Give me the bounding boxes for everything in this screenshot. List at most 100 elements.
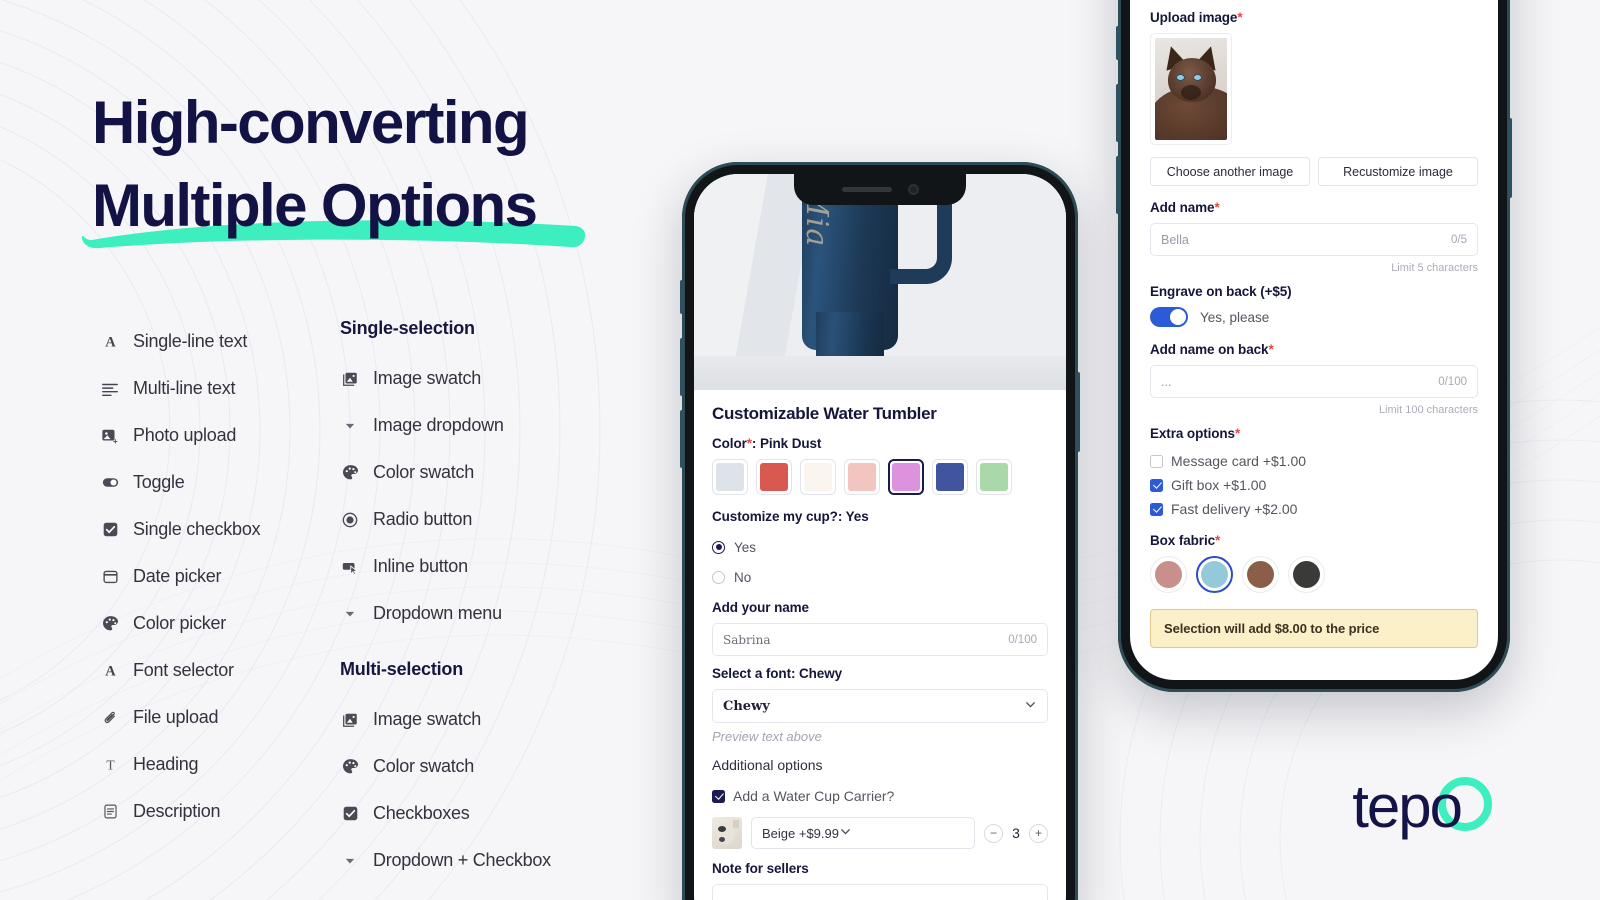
add-name-input[interactable]: Bella 0/5 bbox=[1150, 223, 1478, 256]
price-notice-banner: Selection will add $8.00 to the price bbox=[1150, 609, 1478, 648]
upload-image-label-text: Upload image bbox=[1150, 10, 1238, 25]
color-swatch-blush[interactable] bbox=[844, 459, 880, 495]
extra-option-fast-delivery[interactable]: Fast delivery +$2.00 bbox=[1150, 497, 1478, 521]
chevron-down-icon bbox=[340, 604, 360, 624]
radio-option-yes[interactable]: Yes bbox=[712, 532, 1048, 562]
fabric-swatch-dusty-rose[interactable] bbox=[1150, 556, 1187, 593]
radio-label-yes: Yes bbox=[734, 539, 757, 555]
phone-volume-up-button[interactable] bbox=[680, 338, 684, 396]
palette-icon bbox=[100, 614, 120, 634]
radio-icon-yes[interactable] bbox=[712, 540, 725, 554]
checkbox-icon-gift-box[interactable] bbox=[1150, 478, 1163, 492]
chevron-down-icon bbox=[340, 416, 360, 436]
phone-volume-up-button[interactable] bbox=[1116, 84, 1120, 142]
radio-icon-no[interactable] bbox=[712, 570, 725, 584]
phone-volume-down-button[interactable] bbox=[680, 410, 684, 468]
box-fabric-label: Box fabric* bbox=[1150, 533, 1478, 548]
feature-date-picker: Date picker bbox=[100, 553, 350, 600]
carrier-checkbox-row[interactable]: Add a Water Cup Carrier? bbox=[712, 784, 1048, 808]
choose-another-image-button[interactable]: Choose another image bbox=[1150, 157, 1310, 186]
feature-label: Color swatch bbox=[373, 756, 475, 776]
color-swatch-mint-green[interactable] bbox=[976, 459, 1012, 495]
checkbox-icon-carrier[interactable] bbox=[712, 789, 725, 803]
headline-line-2: Multiple Options bbox=[92, 171, 538, 239]
brand-logo: tepo bbox=[1352, 773, 1496, 840]
feature-image-swatch-multi: Image swatch bbox=[340, 696, 590, 743]
color-selected-value: : Pink Dust bbox=[751, 436, 822, 451]
recustomize-image-button[interactable]: Recustomize image bbox=[1318, 157, 1478, 186]
radio-icon bbox=[340, 510, 360, 530]
character-counter: 0/100 bbox=[1438, 375, 1467, 388]
color-swatch-cream[interactable] bbox=[800, 459, 836, 495]
font-field-label: Select a font: Chewy bbox=[712, 666, 843, 681]
fabric-swatch-sky-blue[interactable] bbox=[1196, 556, 1233, 593]
product-hero-image: Mia bbox=[694, 174, 1066, 390]
customization-form: Upload image * Choose another image Recus… bbox=[1130, 0, 1498, 648]
color-swatch-coral-red[interactable] bbox=[756, 459, 792, 495]
quantity-increment-button[interactable]: + bbox=[1029, 823, 1048, 843]
color-swatch-ice-gray[interactable] bbox=[712, 459, 748, 495]
toggle-icon bbox=[100, 473, 120, 493]
phone-mockup-center: Mia Customizable Water Tumbler Color*: P… bbox=[680, 162, 1080, 900]
feature-label: Heading bbox=[133, 754, 199, 774]
feature-label: Photo upload bbox=[133, 425, 237, 445]
feature-checkboxes: Checkboxes bbox=[340, 790, 590, 837]
description-icon bbox=[100, 802, 120, 822]
note-for-sellers-label: Note for sellers bbox=[712, 861, 809, 876]
logo-wordmark: tepo bbox=[1352, 772, 1463, 840]
phone-power-button[interactable] bbox=[1076, 372, 1080, 452]
fabric-swatch-chestnut[interactable] bbox=[1242, 556, 1279, 593]
color-swatch-group bbox=[712, 459, 1048, 495]
add-your-name-input[interactable]: Sabrina 0/100 bbox=[712, 623, 1048, 656]
uploaded-image-preview[interactable] bbox=[1150, 33, 1232, 145]
engrave-toggle[interactable] bbox=[1150, 307, 1188, 327]
single-selection-title: Single-selection bbox=[340, 318, 475, 338]
image-icon bbox=[340, 369, 360, 389]
checkbox-icon-message-card[interactable] bbox=[1150, 454, 1163, 468]
carrier-variant-select[interactable]: Beige +$9.99 bbox=[751, 817, 975, 849]
feature-color-swatch-multi: Color swatch bbox=[340, 743, 590, 790]
required-mark: * bbox=[1234, 426, 1241, 441]
poster-canvas: High-converting Multiple Options A Singl… bbox=[0, 0, 1600, 900]
image-icon bbox=[340, 710, 360, 730]
photo-upload-icon: + bbox=[100, 426, 120, 446]
phone-mute-button[interactable] bbox=[680, 280, 684, 314]
input-placeholder: Sabrina bbox=[723, 632, 771, 647]
siamese-cat-photo bbox=[1155, 38, 1227, 140]
product-options-form: Customizable Water Tumbler Color*: Pink … bbox=[694, 390, 1066, 900]
radio-label-no: No bbox=[734, 569, 752, 585]
color-swatch-pink-dust[interactable] bbox=[888, 459, 924, 495]
extra-options-label: Extra options* bbox=[1150, 426, 1478, 441]
extra-option-label: Gift box +$1.00 bbox=[1171, 477, 1267, 493]
color-label-text: Color bbox=[712, 436, 747, 451]
feature-multi-line-text: Multi-line text bbox=[100, 365, 350, 412]
note-for-sellers-textarea[interactable] bbox=[712, 884, 1048, 900]
checkbox-icon-fast-delivery[interactable] bbox=[1150, 502, 1163, 516]
checkbox-icon bbox=[340, 804, 360, 824]
add-name-label-text: Add name bbox=[1150, 200, 1215, 215]
feature-label: Single-line text bbox=[133, 331, 248, 351]
phone-power-button[interactable] bbox=[1508, 118, 1512, 198]
name-on-back-input[interactable]: ... 0/100 bbox=[1150, 365, 1478, 398]
font-select[interactable]: Chewy bbox=[712, 689, 1048, 723]
fabric-swatch-charcoal[interactable] bbox=[1288, 556, 1325, 593]
feature-file-upload: File upload bbox=[100, 694, 350, 741]
color-swatch-royal-blue[interactable] bbox=[932, 459, 968, 495]
extra-options-label-text: Extra options bbox=[1150, 426, 1235, 441]
feature-label: Image swatch bbox=[373, 368, 482, 388]
name-on-back-label-text: Add name on back bbox=[1150, 342, 1269, 357]
feature-image-dropdown: Image dropdown bbox=[340, 402, 590, 449]
feature-label: Font selector bbox=[133, 660, 234, 680]
character-counter: 0/100 bbox=[1008, 633, 1037, 646]
phone-mute-button[interactable] bbox=[1116, 26, 1120, 60]
phone-volume-down-button[interactable] bbox=[1116, 156, 1120, 214]
feature-label: Image swatch bbox=[373, 709, 482, 729]
carrier-thumbnail bbox=[712, 817, 742, 849]
feature-label: Color picker bbox=[133, 613, 227, 633]
engrave-toggle-row[interactable]: Yes, please bbox=[1150, 307, 1478, 327]
extra-option-gift-box[interactable]: Gift box +$1.00 bbox=[1150, 473, 1478, 497]
radio-option-no[interactable]: No bbox=[712, 562, 1048, 592]
feature-inline-button: Inline button bbox=[340, 543, 590, 590]
extra-option-message-card[interactable]: Message card +$1.00 bbox=[1150, 449, 1478, 473]
quantity-decrement-button[interactable]: − bbox=[984, 823, 1003, 843]
